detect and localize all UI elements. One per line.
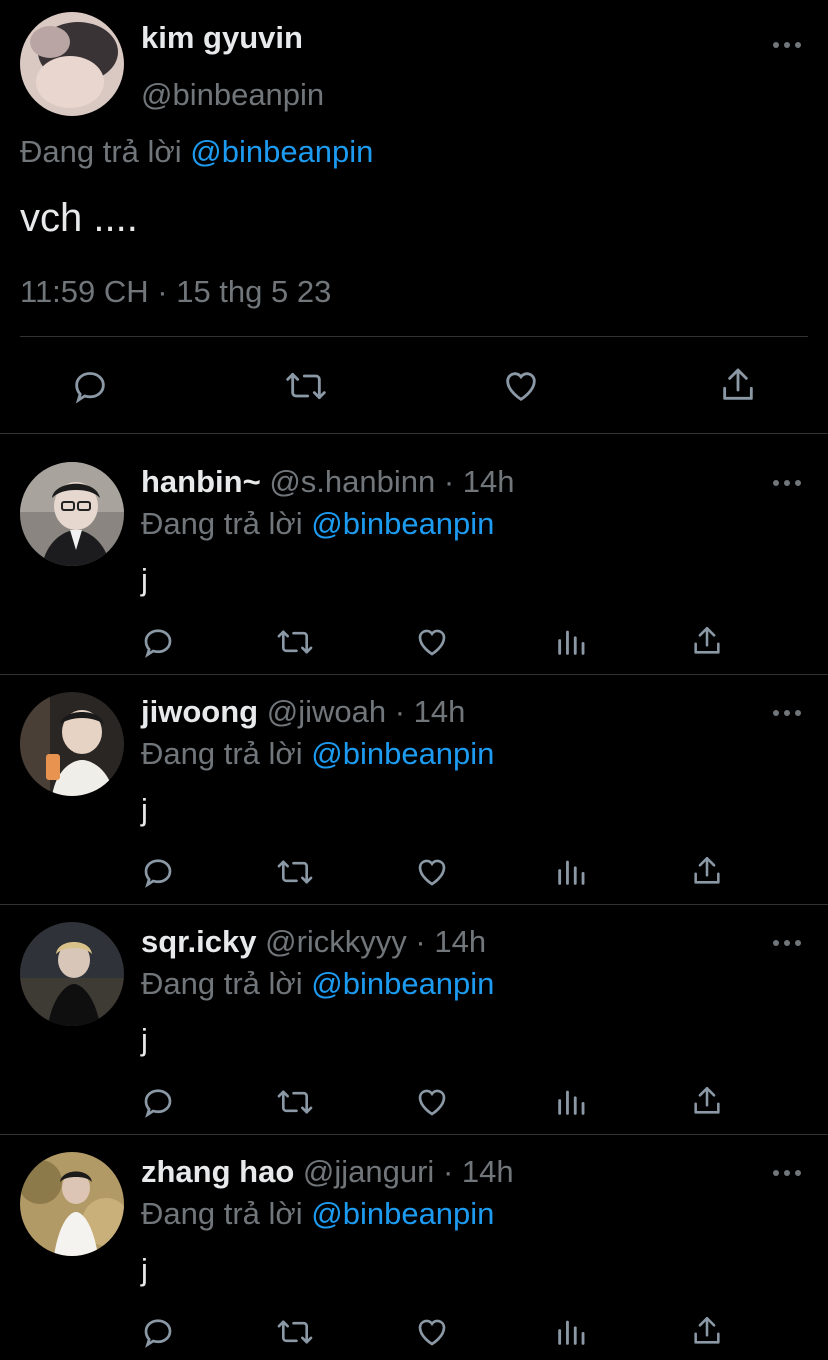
more-options-icon[interactable]: [772, 708, 802, 718]
analytics-icon[interactable]: [554, 1314, 588, 1350]
replying-to: Đang trả lời @binbeanpin: [141, 966, 494, 1002]
share-icon[interactable]: [690, 1312, 724, 1350]
reply-text: j: [141, 1022, 148, 1057]
retweet-icon[interactable]: [284, 366, 328, 406]
more-options-icon[interactable]: [772, 40, 802, 50]
author-handle[interactable]: @rickkyyy: [265, 924, 407, 959]
reply-icon[interactable]: [140, 854, 176, 890]
reply-icon[interactable]: [140, 1084, 176, 1120]
avatar[interactable]: [20, 462, 124, 566]
replying-to: Đang trả lời @binbeanpin: [141, 736, 494, 772]
analytics-icon[interactable]: [554, 624, 588, 660]
replying-prefix: Đang trả lời: [141, 1196, 303, 1231]
divider: [0, 1134, 828, 1135]
reply-header: zhang hao @jjanguri · 14h: [141, 1154, 514, 1190]
reply-text: j: [141, 792, 148, 827]
divider: [0, 674, 828, 675]
replying-to: Đang trả lời @binbeanpin: [141, 1196, 494, 1232]
main-tweet: kim gyuvin @binbeanpin Đang trả lời @bin…: [0, 0, 828, 434]
divider: [20, 336, 808, 337]
reply-text: j: [141, 562, 148, 597]
share-icon[interactable]: [690, 852, 724, 890]
author-name[interactable]: jiwoong: [141, 694, 258, 729]
mention-link[interactable]: @binbeanpin: [311, 506, 494, 541]
author-handle[interactable]: @s.hanbinn: [269, 464, 435, 499]
tweet-timestamp[interactable]: 11:59 CH · 15 thg 5 23: [20, 274, 331, 310]
author-handle[interactable]: @jiwoah: [267, 694, 386, 729]
avatar[interactable]: [20, 12, 124, 116]
analytics-icon[interactable]: [554, 1084, 588, 1120]
share-icon[interactable]: [690, 622, 724, 660]
more-options-icon[interactable]: [772, 1168, 802, 1178]
reply-icon[interactable]: [140, 1314, 176, 1350]
like-icon[interactable]: [414, 624, 450, 660]
more-options-icon[interactable]: [772, 478, 802, 488]
mention-link[interactable]: @binbeanpin: [190, 134, 373, 169]
analytics-icon[interactable]: [554, 854, 588, 890]
like-icon[interactable]: [414, 1084, 450, 1120]
reply-time[interactable]: · 14h: [415, 924, 486, 959]
retweet-icon[interactable]: [276, 1314, 314, 1350]
share-icon[interactable]: [718, 364, 758, 406]
replying-prefix: Đang trả lời: [141, 966, 303, 1001]
author-handle[interactable]: @jjanguri: [303, 1154, 434, 1189]
replying-to: Đang trả lời @binbeanpin: [141, 506, 494, 542]
share-icon[interactable]: [690, 1082, 724, 1120]
reply-text: j: [141, 1252, 148, 1287]
reply-icon[interactable]: [140, 624, 176, 660]
reply-time[interactable]: · 14h: [443, 1154, 514, 1189]
avatar[interactable]: [20, 1152, 124, 1256]
divider: [0, 904, 828, 905]
author-handle[interactable]: @binbeanpin: [141, 77, 324, 113]
reply-time[interactable]: · 14h: [395, 694, 466, 729]
author-name[interactable]: hanbin~: [141, 464, 261, 499]
divider: [0, 433, 828, 434]
retweet-icon[interactable]: [276, 624, 314, 660]
like-icon[interactable]: [500, 366, 542, 406]
retweet-icon[interactable]: [276, 854, 314, 890]
tweet-text: vch ....: [20, 196, 138, 240]
replying-prefix: Đang trả lời: [141, 506, 303, 541]
avatar[interactable]: [20, 692, 124, 796]
replying-to: Đang trả lời @binbeanpin: [20, 134, 373, 170]
reply-header: jiwoong @jiwoah · 14h: [141, 694, 465, 730]
like-icon[interactable]: [414, 854, 450, 890]
like-icon[interactable]: [414, 1314, 450, 1350]
more-options-icon[interactable]: [772, 938, 802, 948]
reply-time[interactable]: · 14h: [444, 464, 515, 499]
mention-link[interactable]: @binbeanpin: [311, 736, 494, 771]
author-name[interactable]: sqr.icky: [141, 924, 256, 959]
reply-header: hanbin~ @s.hanbinn · 14h: [141, 464, 515, 500]
avatar[interactable]: [20, 922, 124, 1026]
mention-link[interactable]: @binbeanpin: [311, 1196, 494, 1231]
reply-icon[interactable]: [70, 366, 110, 406]
author-name[interactable]: kim gyuvin: [141, 20, 303, 56]
replying-prefix: Đang trả lời: [141, 736, 303, 771]
reply-header: sqr.icky @rickkyyy · 14h: [141, 924, 486, 960]
author-name[interactable]: zhang hao: [141, 1154, 294, 1189]
replying-prefix: Đang trả lời: [20, 134, 182, 169]
retweet-icon[interactable]: [276, 1084, 314, 1120]
mention-link[interactable]: @binbeanpin: [311, 966, 494, 1001]
